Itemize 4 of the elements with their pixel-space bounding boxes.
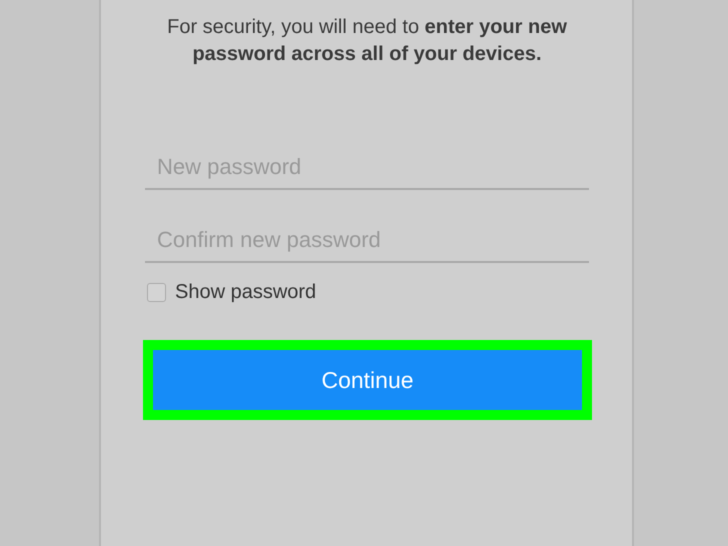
continue-button[interactable]: Continue (153, 350, 582, 410)
security-message: For security, you will need to enter your new password across all of your devices. (166, 15, 568, 67)
show-password-checkbox[interactable] (147, 283, 166, 302)
show-password-label: Show password (175, 281, 316, 304)
